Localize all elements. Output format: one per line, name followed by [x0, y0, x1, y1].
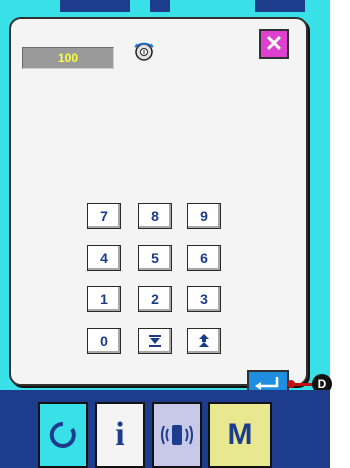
info-button[interactable]: i — [95, 402, 145, 468]
key-label: 1 — [100, 291, 108, 307]
key-label: 9 — [200, 208, 208, 224]
key-8[interactable]: 8 — [138, 203, 172, 229]
rotary-dial-icon — [134, 42, 154, 61]
mode-label: M — [227, 418, 253, 451]
key-label: 4 — [100, 250, 108, 266]
decrement-button[interactable] — [138, 328, 172, 354]
info-icon: i — [115, 416, 125, 453]
mode-button[interactable]: M — [208, 402, 272, 468]
key-0[interactable]: 0 — [87, 328, 121, 354]
ready-button[interactable] — [38, 402, 88, 468]
key-label: 2 — [151, 291, 159, 307]
key-label: 6 — [200, 250, 208, 266]
key-label: 5 — [151, 250, 159, 266]
close-button[interactable]: ✕ — [259, 29, 289, 59]
key-3[interactable]: 3 — [187, 286, 221, 312]
key-label: 3 — [200, 291, 208, 307]
key-7[interactable]: 7 — [87, 203, 121, 229]
step-down-icon — [149, 335, 161, 347]
key-2[interactable]: 2 — [138, 286, 172, 312]
key-label: 8 — [151, 208, 159, 224]
key-1[interactable]: 1 — [87, 286, 121, 312]
key-9[interactable]: 9 — [187, 203, 221, 229]
key-6[interactable]: 6 — [187, 245, 221, 271]
value-display: 100 — [22, 47, 114, 69]
close-icon: ✕ — [264, 31, 284, 56]
key-label: 0 — [100, 333, 108, 349]
wireless-device-icon — [161, 425, 193, 445]
callout-dot — [287, 380, 295, 388]
refresh-arc-icon — [49, 421, 76, 448]
key-label: 7 — [100, 208, 108, 224]
key-4[interactable]: 4 — [87, 245, 121, 271]
top-bar-fragment — [150, 0, 170, 12]
communication-button[interactable] — [152, 402, 202, 468]
top-bar-fragment — [60, 0, 130, 12]
top-bar-fragment — [255, 0, 305, 12]
increment-button[interactable] — [187, 328, 221, 354]
step-up-icon — [199, 334, 209, 347]
key-5[interactable]: 5 — [138, 245, 172, 271]
